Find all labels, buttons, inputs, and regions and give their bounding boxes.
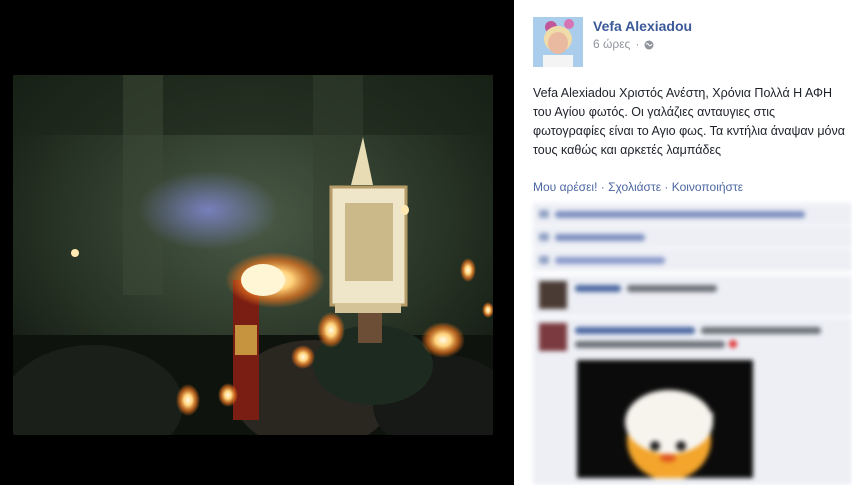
commenter-avatar[interactable] [539, 281, 567, 309]
post-text: Vefa Alexiadou Χριστός Ανέστη, Χρόνια Πο… [533, 86, 845, 157]
comment-sticker-image[interactable] [577, 360, 753, 478]
likes-summary-row[interactable] [533, 203, 852, 226]
globe-icon[interactable] [644, 39, 654, 50]
post-time[interactable]: 6 ώρες [593, 37, 630, 51]
post-sidebar: Vefa Alexiadou 6 ώρες · Vefa Alexiadou Χ… [514, 0, 852, 485]
post-actions: Μου αρέσει! · Σχολιάστε · Κοινοποιήστε [533, 180, 743, 194]
photo-image [13, 75, 493, 435]
action-sep-2: · [661, 180, 672, 194]
comment-item [533, 276, 852, 316]
share-icon [539, 256, 549, 264]
shares-summary-row[interactable] [533, 249, 852, 272]
like-link[interactable]: Μου αρέσει! [533, 180, 597, 194]
comment-link[interactable]: Σχολιάστε [608, 180, 661, 194]
meta-separator: · [635, 37, 640, 51]
author-name[interactable]: Vefa Alexiadou [593, 18, 692, 34]
commenter-avatar[interactable] [539, 323, 567, 351]
comments-summary-row[interactable] [533, 226, 852, 249]
action-sep-1: · [597, 180, 609, 194]
share-link[interactable]: Κοινοποιήστε [672, 180, 743, 194]
post-photo[interactable] [13, 75, 493, 435]
thumbs-up-icon [539, 210, 549, 218]
blurred-feedback-area [533, 200, 852, 485]
author-avatar[interactable] [533, 17, 583, 67]
photo-viewer [0, 0, 514, 485]
comment-item [533, 318, 852, 485]
post-meta: 6 ώρες · [593, 37, 654, 51]
comment-icon [539, 233, 549, 241]
